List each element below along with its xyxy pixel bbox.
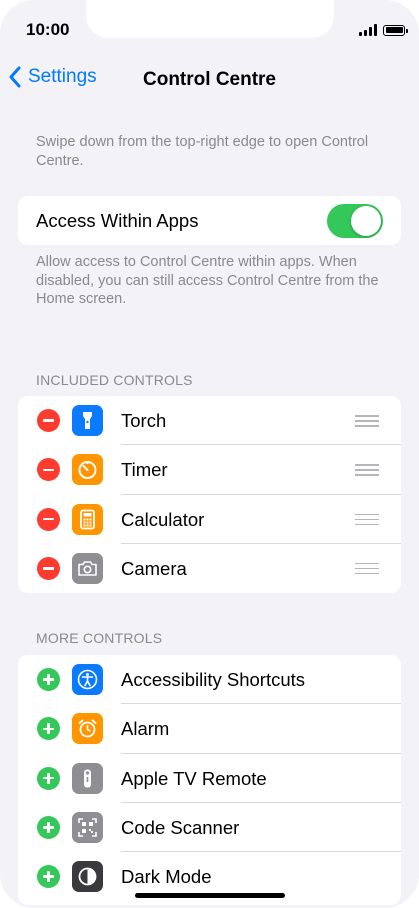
status-time: 10:00	[26, 20, 70, 39]
control-label: Timer	[121, 459, 168, 481]
control-row-accessibility-shortcuts: Accessibility Shortcuts	[18, 655, 401, 705]
phone-screen: 10:00 Settings Control Centre Swipe down…	[0, 0, 419, 908]
add-accessibility-shortcuts-button[interactable]	[37, 668, 60, 691]
control-label: Code Scanner	[121, 816, 240, 838]
included-controls-header: INCLUDED CONTROLS	[36, 372, 193, 388]
home-indicator[interactable]	[135, 893, 285, 898]
control-label: Dark Mode	[121, 866, 212, 888]
control-label: Alarm	[121, 718, 170, 740]
control-row-torch: Torch	[18, 396, 401, 446]
control-label: Apple TV Remote	[121, 767, 267, 789]
alarm-icon	[72, 713, 103, 745]
timer-icon	[72, 454, 103, 486]
reorder-handle-icon[interactable]	[355, 464, 379, 476]
camera-icon	[72, 552, 103, 584]
control-label: Accessibility Shortcuts	[121, 669, 306, 690]
add-alarm-button[interactable]	[37, 717, 60, 741]
control-label: Camera	[121, 557, 187, 579]
status-icons	[359, 24, 408, 36]
remove-camera-button[interactable]	[37, 556, 60, 580]
remove-calculator-button[interactable]	[37, 507, 60, 531]
access-within-apps-card: Access Within Apps	[18, 196, 401, 245]
torch-icon	[72, 405, 103, 436]
control-row-camera: Camera	[18, 544, 401, 593]
remove-torch-button[interactable]	[37, 409, 60, 432]
add-dark-mode-button[interactable]	[37, 865, 60, 889]
remove-timer-button[interactable]	[37, 458, 60, 482]
reorder-handle-icon[interactable]	[355, 513, 379, 526]
cellular-signal-icon	[359, 24, 377, 36]
control-row-timer: Timer	[18, 445, 401, 495]
page-title: Control Centre	[143, 69, 276, 90]
navigation-bar: Settings Control Centre	[0, 62, 419, 98]
add-apple-tv-remote-button[interactable]	[37, 766, 60, 790]
accessibility-icon	[72, 664, 103, 695]
calculator-icon	[72, 503, 103, 535]
access-within-apps-toggle[interactable]	[327, 203, 383, 238]
remote-icon	[72, 762, 103, 794]
control-row-code-scanner: Code Scanner	[18, 803, 401, 853]
intro-text: Swipe down from the top-right edge to op…	[36, 134, 369, 169]
reorder-handle-icon[interactable]	[355, 562, 379, 575]
access-within-apps-label: Access Within Apps	[36, 209, 199, 231]
reorder-handle-icon[interactable]	[355, 415, 379, 427]
control-row-alarm: Alarm	[18, 704, 401, 754]
access-within-apps-footer: Allow access to Control Centre within ap…	[36, 254, 379, 307]
control-row-calculator: Calculator	[18, 495, 401, 544]
included-controls-list: Torch Timer Calculator Camera	[18, 396, 401, 594]
control-label: Torch	[121, 410, 167, 431]
battery-icon	[383, 24, 408, 36]
notch	[86, 0, 334, 38]
dark-mode-icon	[72, 861, 103, 893]
add-code-scanner-button[interactable]	[37, 815, 60, 839]
qr-code-icon	[72, 811, 103, 843]
access-within-apps-row: Access Within Apps	[18, 196, 401, 245]
control-row-apple-tv-remote: Apple TV Remote	[18, 754, 401, 803]
control-label: Calculator	[121, 508, 205, 530]
more-controls-list: Accessibility Shortcuts Alarm Apple TV R…	[18, 655, 401, 905]
more-controls-header: MORE CONTROLS	[36, 630, 163, 646]
